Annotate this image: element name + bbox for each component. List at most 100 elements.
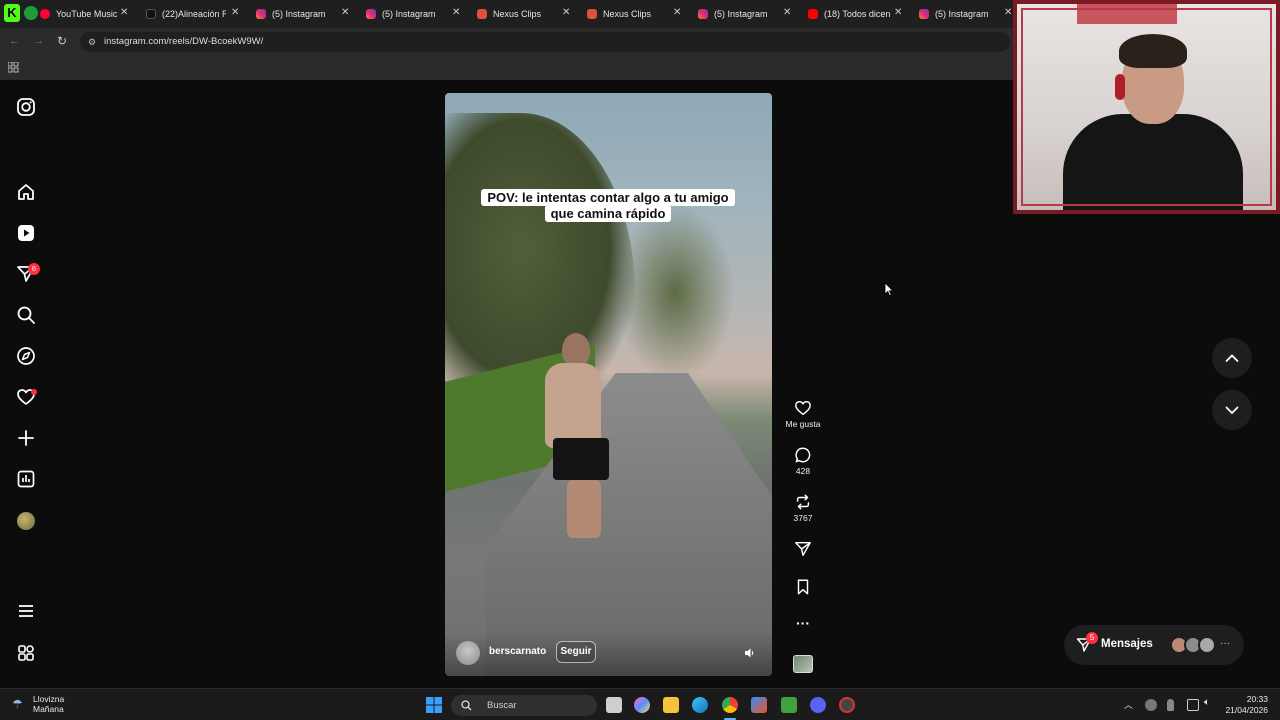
browser-tab[interactable]: (22)Alineación Re — [146, 4, 230, 24]
xbox-game-icon[interactable] — [781, 697, 797, 713]
webcam-overlay — [1013, 0, 1280, 214]
instagram-favicon-icon — [366, 9, 376, 19]
taskbar-search[interactable]: Buscar — [451, 695, 597, 716]
back-arrow-icon[interactable]: ← — [9, 35, 20, 47]
close-tab-icon[interactable]: ✕ — [673, 7, 681, 19]
conversation-avatar — [1198, 636, 1216, 654]
video-runner — [562, 333, 590, 367]
profile-avatar[interactable] — [17, 512, 35, 530]
instagram-favicon-icon — [698, 9, 708, 19]
weather-condition: Llovizna — [33, 694, 65, 704]
volume-icon[interactable]: 🔈︎ — [1204, 697, 1216, 709]
close-tab-icon[interactable]: ✕ — [341, 7, 349, 19]
instagram-logo-icon[interactable] — [16, 97, 36, 117]
edge-browser-icon[interactable] — [692, 697, 708, 713]
clock-time: 20:33 — [1246, 694, 1268, 704]
weather-period: Mañana — [33, 704, 64, 714]
home-icon[interactable] — [16, 182, 36, 202]
comments-count: 428 — [795, 466, 811, 476]
browser-tab-active[interactable]: (5) Instagram — [698, 4, 782, 24]
reload-icon[interactable]: ↻ — [57, 34, 67, 48]
browser-tab[interactable]: (5) Instagram — [366, 4, 450, 24]
nexus-clips-favicon-icon — [477, 9, 487, 19]
more-conversations-icon: ··· — [1220, 638, 1230, 649]
browser-tab[interactable]: Nexus Clips — [477, 4, 561, 24]
close-tab-icon[interactable]: ✕ — [894, 7, 902, 19]
caption-line: que camina rápido — [544, 205, 672, 222]
windows-start-icon[interactable] — [426, 697, 442, 713]
video-runner — [567, 480, 601, 538]
more-options-icon: ··· — [796, 615, 810, 631]
windows-taskbar: ☂ Llovizna Mañana Buscar ︿ 🔈︎ 20:33 21/0… — [0, 688, 1280, 720]
app-icon[interactable] — [839, 697, 855, 713]
reel-caption-overlay: POV: le intentas contar algo a tu amigo … — [474, 189, 742, 222]
kick-app-icon[interactable]: K — [4, 4, 20, 22]
close-tab-icon[interactable]: ✕ — [231, 7, 239, 19]
file-explorer-icon[interactable] — [663, 697, 679, 713]
copilot-icon[interactable] — [634, 697, 650, 713]
video-runner — [545, 363, 601, 448]
site-info-icon[interactable]: ⚙ — [88, 32, 96, 52]
dashboard-icon[interactable] — [16, 469, 36, 489]
close-tab-icon[interactable]: ✕ — [1004, 7, 1012, 19]
browser-tab[interactable]: YouTube Music — [40, 4, 124, 24]
discord-icon[interactable] — [810, 697, 826, 713]
save-action[interactable] — [785, 578, 821, 596]
caption-line: POV: le intentas contar algo a tu amigo — [481, 189, 735, 206]
audio-thumbnail[interactable] — [793, 655, 813, 673]
browser-tab[interactable]: Nexus Clips — [587, 4, 671, 24]
chrome-browser-icon[interactable] — [722, 697, 738, 713]
comment-bubble-icon — [795, 447, 811, 463]
like-action[interactable]: Me gusta — [785, 399, 821, 429]
forward-arrow-icon[interactable]: → — [33, 35, 44, 47]
reels-icon[interactable] — [16, 223, 36, 243]
video-runner — [553, 438, 609, 480]
close-tab-icon[interactable]: ✕ — [120, 7, 128, 19]
app-icon-green[interactable] — [24, 6, 38, 20]
author-avatar[interactable] — [456, 641, 480, 665]
author-username[interactable]: berscarnato — [489, 646, 546, 657]
taskbar-clock[interactable]: 20:33 21/04/2026 — [1220, 694, 1268, 716]
messages-button[interactable]: 5 Mensajes ··· — [1064, 625, 1244, 665]
messages-badge: 5 — [1086, 632, 1098, 644]
messages-count-badge: 6 — [28, 263, 40, 275]
task-view-icon[interactable] — [606, 697, 622, 713]
comment-action[interactable]: 428 — [785, 446, 821, 476]
close-tab-icon[interactable]: ✕ — [562, 7, 570, 19]
browser-tab[interactable]: (18) Todos dicen q — [808, 4, 892, 24]
follow-button[interactable]: Seguir — [556, 641, 596, 663]
browser-tab[interactable]: (5) Instagram — [919, 4, 1003, 24]
repost-icon — [796, 494, 810, 510]
weather-rain-icon[interactable]: ☂ — [12, 697, 23, 711]
clock-date: 21/04/2026 — [1225, 705, 1268, 715]
chevron-up-icon — [1225, 354, 1239, 362]
create-plus-icon[interactable] — [16, 428, 36, 448]
tray-app-icon[interactable] — [1145, 699, 1157, 711]
weather-widget[interactable]: Llovizna Mañana — [33, 694, 64, 714]
share-action[interactable] — [785, 540, 821, 558]
close-tab-icon[interactable]: ✕ — [783, 7, 791, 19]
tiktok-favicon-icon — [146, 9, 156, 19]
more-options-action[interactable]: ··· — [785, 616, 821, 630]
display-icon[interactable] — [1187, 699, 1199, 711]
reel-video[interactable] — [445, 93, 772, 676]
youtube-favicon-icon — [808, 9, 818, 19]
close-tab-icon[interactable]: ✕ — [452, 7, 460, 19]
share-send-icon — [795, 541, 811, 557]
browser-tab[interactable]: (5) Instagram — [256, 4, 340, 24]
more-menu-icon[interactable] — [16, 601, 36, 621]
apps-grid-icon[interactable] — [8, 62, 19, 73]
volume-icon[interactable] — [744, 647, 756, 659]
also-from-meta-icon[interactable] — [16, 643, 36, 663]
search-icon[interactable] — [16, 305, 36, 325]
microphone-icon[interactable] — [1167, 699, 1174, 711]
like-label: Me gusta — [785, 419, 821, 429]
repost-action[interactable]: 3767 — [785, 493, 821, 523]
address-bar[interactable]: ⚙ instagram.com/reels/DW-BcoekW9W/ — [80, 32, 1010, 52]
notification-dot — [31, 389, 37, 395]
explore-compass-icon[interactable] — [16, 346, 36, 366]
next-reel-button[interactable] — [1212, 390, 1252, 430]
tray-chevron-up-icon[interactable]: ︿ — [1124, 698, 1136, 710]
microsoft-store-icon[interactable] — [751, 697, 767, 713]
previous-reel-button[interactable] — [1212, 338, 1252, 378]
